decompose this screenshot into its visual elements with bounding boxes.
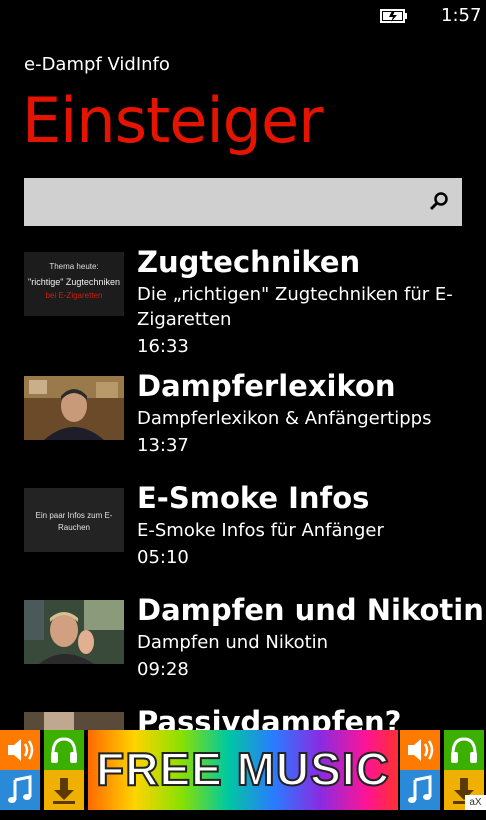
video-description: Die „richtigen" Zugtechniken für E-Zigar… (137, 284, 453, 330)
download-icon (44, 770, 84, 810)
thumb-text: Ein paar Infos zum E- (36, 511, 113, 520)
video-duration: 05:10 (137, 547, 189, 568)
search-icon[interactable] (428, 191, 450, 213)
speaker-icon (0, 730, 40, 770)
video-description: Dampfen und Nikotin (137, 632, 329, 653)
status-clock: 1:57 (441, 5, 482, 26)
video-title: Zugtechniken (137, 245, 361, 279)
video-description: E-Smoke Infos für Anfänger (137, 520, 384, 541)
video-title: E-Smoke Infos (137, 481, 370, 515)
music-note-icon (0, 770, 40, 810)
video-duration: 09:28 (137, 659, 189, 680)
search-input[interactable] (24, 178, 414, 226)
list-item[interactable]: Dampfen und Nikotin Dampfen und Nikotin … (24, 593, 484, 708)
thumb-text: bei E-Zigaretten (46, 291, 103, 300)
headphones-icon (444, 730, 484, 770)
video-thumbnail[interactable] (24, 376, 124, 440)
list-item[interactable]: Dampferlexikon Dampferlexikon & Anfänger… (24, 369, 474, 484)
headphones-icon (44, 730, 84, 770)
thumb-text: "richtige" Zugtechniken (28, 277, 120, 287)
ad-choices-mark[interactable]: aX (465, 795, 486, 810)
app-title: e-Dampf VidInfo (24, 54, 170, 75)
speaker-icon (400, 730, 440, 770)
list-item[interactable]: Ein paar Infos zum E- Rauchen E-Smoke In… (24, 481, 474, 596)
status-bar: 1:57 (0, 0, 486, 32)
video-duration: 16:33 (137, 336, 189, 357)
video-thumbnail[interactable]: Ein paar Infos zum E- Rauchen (24, 488, 124, 552)
battery-charging-icon (380, 9, 407, 23)
video-title: Dampfen und Nikotin (137, 593, 484, 627)
search-box[interactable] (24, 178, 462, 226)
music-note-icon (400, 770, 440, 810)
video-thumbnail[interactable] (24, 600, 124, 664)
thumb-text: Rauchen (58, 523, 90, 532)
video-title: Dampferlexikon (137, 369, 396, 403)
ad-banner[interactable]: FREE MUSIC (0, 730, 486, 810)
thumb-text: Thema heute: (49, 262, 98, 271)
video-description: Dampferlexikon & Anfängertipps (137, 408, 432, 429)
list-item[interactable]: Thema heute: "richtige" Zugtechniken bei… (24, 245, 474, 360)
page-title: Einsteiger (22, 84, 324, 157)
ad-center[interactable]: FREE MUSIC (88, 730, 398, 810)
video-duration: 13:37 (137, 435, 189, 456)
video-thumbnail[interactable]: Thema heute: "richtige" Zugtechniken bei… (24, 252, 124, 316)
ad-text: FREE MUSIC (95, 742, 390, 796)
